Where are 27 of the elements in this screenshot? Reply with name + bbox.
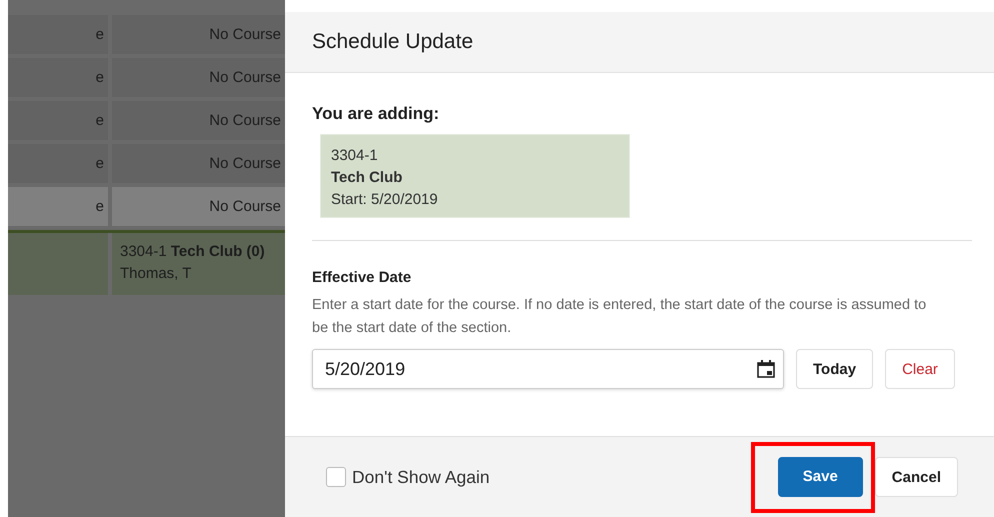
- cell-text: No Course: [209, 24, 281, 44]
- clear-button[interactable]: Clear: [885, 349, 955, 389]
- cell-text: No Course: [209, 110, 281, 130]
- adding-label: You are adding:: [312, 104, 440, 124]
- dialog-title: Schedule Update: [312, 30, 474, 54]
- checkbox-label: Don't Show Again: [352, 466, 490, 488]
- calendar-icon[interactable]: [756, 359, 776, 379]
- cell-text: No Course: [209, 196, 281, 216]
- course-code: 3304-1: [331, 146, 379, 166]
- start-date: Start: 5/20/2019: [331, 190, 439, 210]
- date-field[interactable]: 5/20/2019: [312, 349, 784, 389]
- cell-text: e: [96, 154, 104, 174]
- course-name: Tech Club: [331, 168, 404, 188]
- checkbox[interactable]: [326, 467, 346, 487]
- cell-text: No Course: [209, 68, 281, 88]
- cell-text: e: [96, 110, 104, 130]
- action-button[interactable]: Cancel: [874, 457, 958, 497]
- save-button[interactable]: Save: [778, 456, 863, 496]
- field-label: Effective Date: [312, 269, 412, 286]
- cell-text: No Course: [209, 154, 281, 174]
- teacher-name: Thomas, T: [120, 264, 192, 284]
- cell-text: e: [96, 24, 104, 44]
- cell-text: e: [96, 196, 104, 216]
- cell-text: e: [96, 68, 104, 88]
- action-button[interactable]: Today: [796, 349, 874, 389]
- help-text: Enter a start date for the course. If no date is entered, the start date of the course is assumed to be the start date of the section.: [312, 296, 928, 338]
- cell-text: 3304-1 Tech Club (0): [120, 242, 265, 262]
